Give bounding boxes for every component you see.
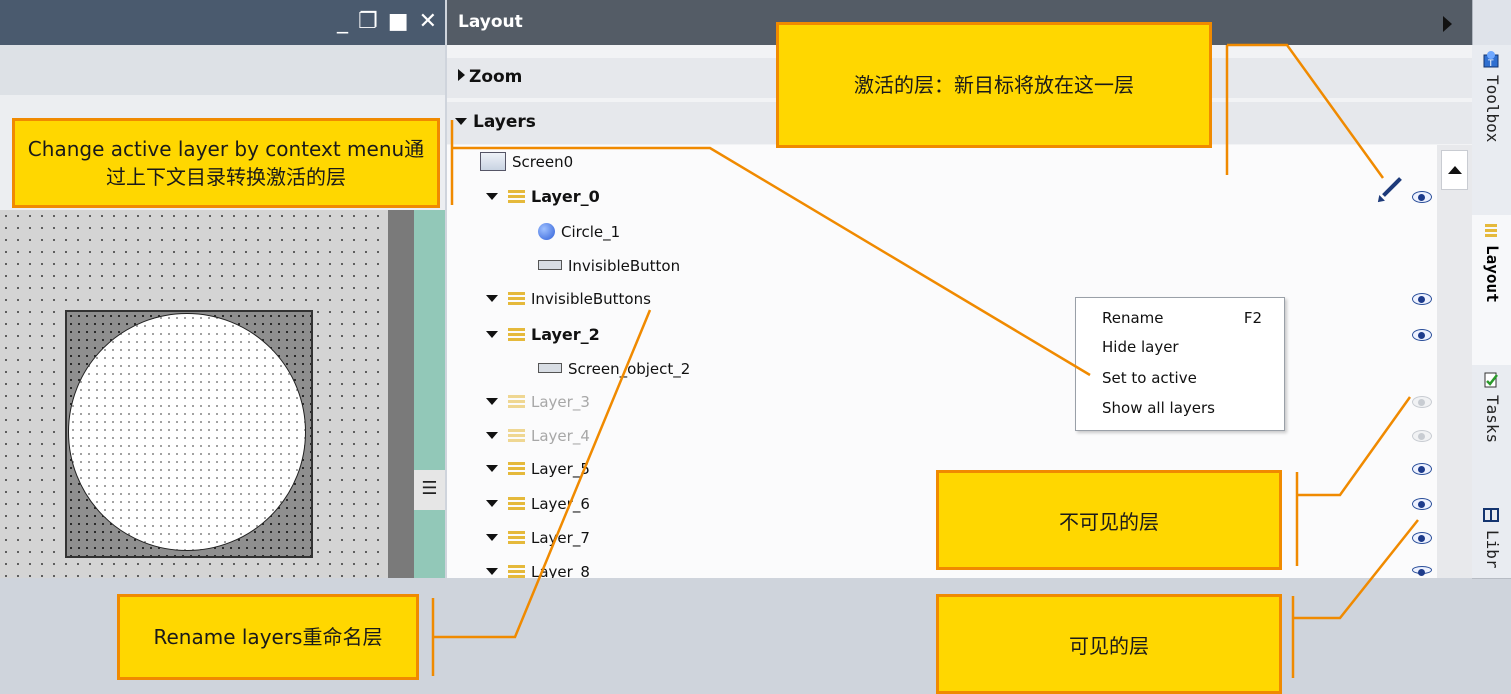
callout-active-layer: 激活的层：新目标将放在这一层 [776,22,1212,148]
callout-visible-layer: 可见的层 [936,594,1282,694]
callout-invisible-layer: 不可见的层 [936,470,1282,570]
callout-connectors [431,43,1419,678]
callout-change-active-layer: Change active layer by context menu通过上下文… [12,118,440,208]
callout-rename-layers: Rename layers重命名层 [117,594,419,680]
